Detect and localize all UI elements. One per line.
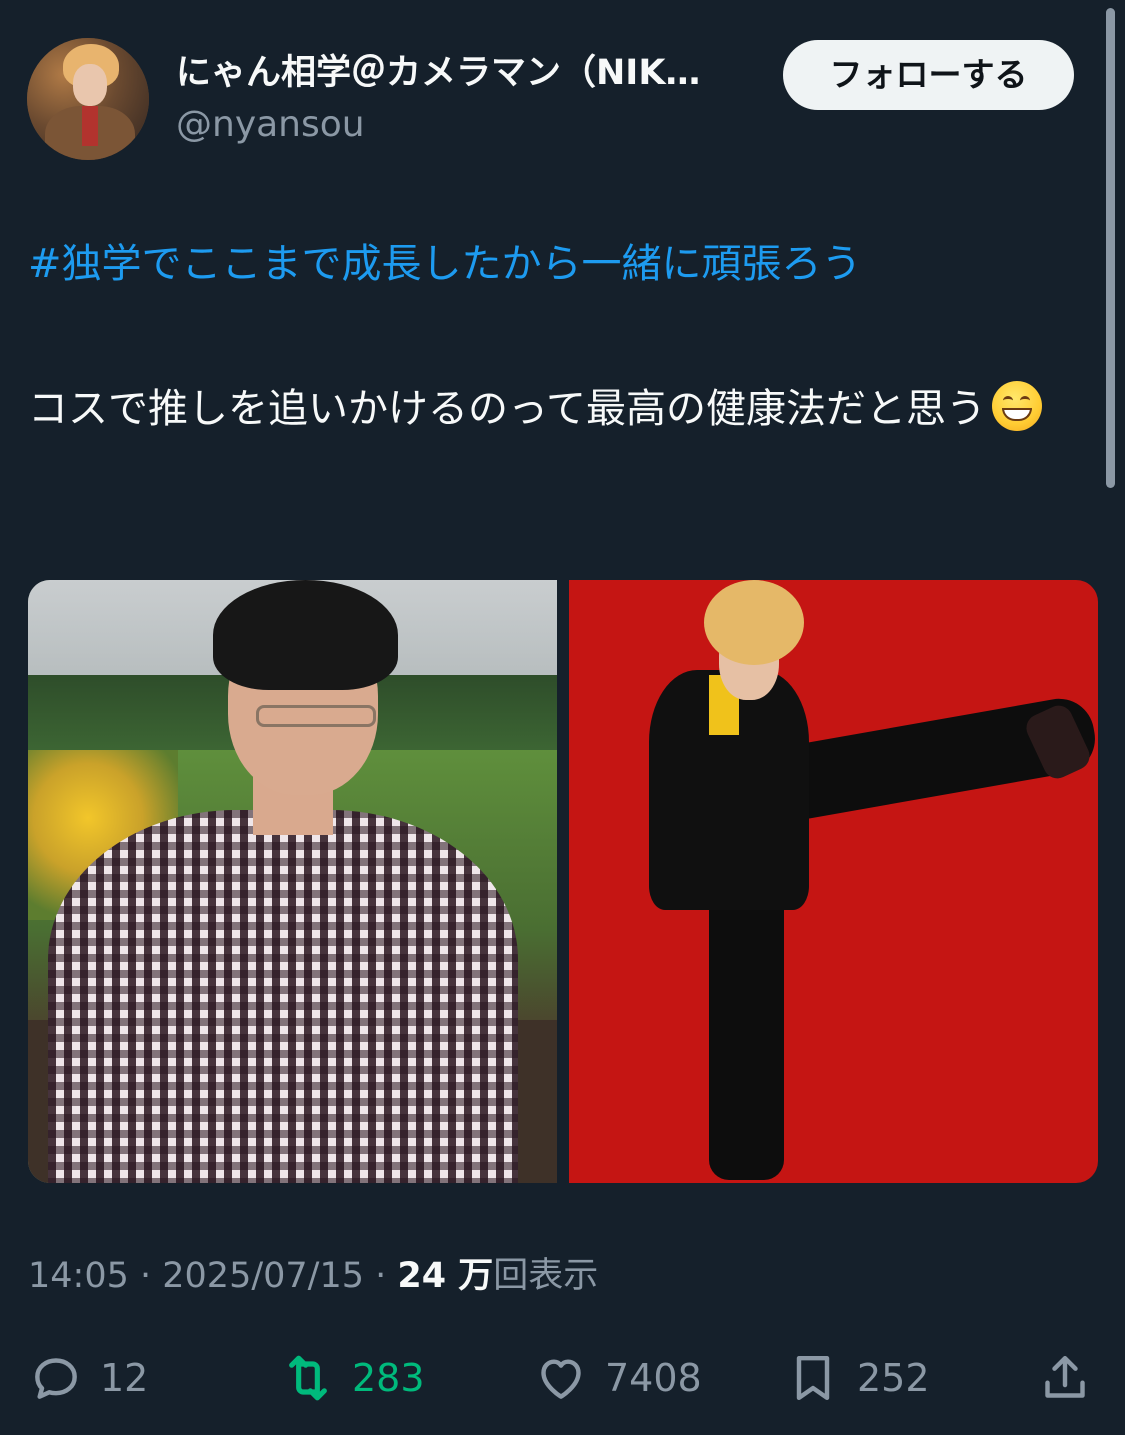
avatar-face xyxy=(73,64,107,106)
reply-count: 12 xyxy=(100,1356,149,1400)
bookmark-button[interactable]: 252 xyxy=(785,1338,930,1418)
grinning-emoji-icon xyxy=(992,381,1042,431)
avatar-tie xyxy=(82,106,98,146)
avatar[interactable] xyxy=(27,38,149,160)
view-count-label: 回表示 xyxy=(493,1256,599,1296)
tweet-time[interactable]: 14:05 xyxy=(28,1256,129,1296)
heart-icon xyxy=(533,1350,589,1406)
author-handle[interactable]: @nyansou xyxy=(176,102,365,148)
photo-before[interactable] xyxy=(28,580,557,1183)
view-count: 24 万 xyxy=(397,1256,494,1296)
retweet-icon xyxy=(280,1350,336,1406)
retweet-count: 283 xyxy=(352,1356,425,1400)
hashtag-link[interactable]: #独学でここまで成長したから一緒に頑張ろう xyxy=(28,236,862,292)
action-bar: 12 283 7408 252 xyxy=(0,1338,1125,1418)
photo-cosplay[interactable] xyxy=(569,580,1098,1183)
bookmark-icon xyxy=(785,1350,841,1406)
scrollbar[interactable] xyxy=(1106,8,1115,488)
share-icon xyxy=(1037,1350,1093,1406)
tweet-body: コスで推しを追いかけるのって最高の健康法だと思う xyxy=(28,386,986,432)
tweet-date[interactable]: 2025/07/15 xyxy=(162,1256,364,1296)
bookmark-count: 252 xyxy=(857,1356,930,1400)
like-count: 7408 xyxy=(605,1356,702,1400)
tweet-metadata: 14:05 · 2025/07/15 · 24 万回表示 xyxy=(28,1256,599,1296)
reply-button[interactable]: 12 xyxy=(28,1338,148,1418)
reply-icon xyxy=(28,1350,84,1406)
follow-button[interactable]: フォローする xyxy=(783,40,1074,110)
author-display-name[interactable]: にゃん相学＠カメラマン（NIK… xyxy=(176,48,766,98)
share-button[interactable] xyxy=(1037,1338,1093,1418)
like-button[interactable]: 7408 xyxy=(533,1338,702,1418)
media-grid xyxy=(28,580,1098,1183)
tweet-text: コスで推しを追いかけるのって最高の健康法だと思う xyxy=(28,380,1088,438)
retweet-button[interactable]: 283 xyxy=(280,1338,425,1418)
